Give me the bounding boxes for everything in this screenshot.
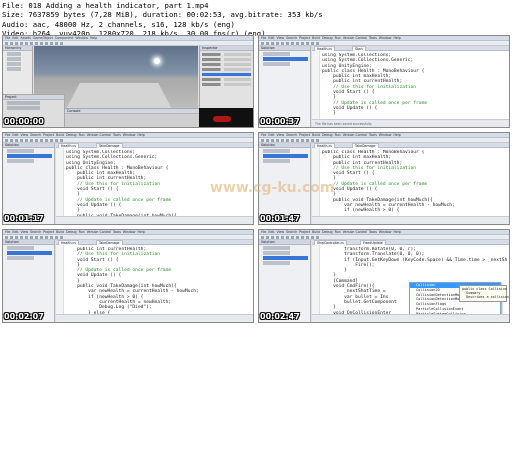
editor-tabs: Health.cs TakeDamage [56,143,253,148]
code-editor: Health.cs TakeDamage public int currentH… [56,240,253,314]
toolbar-buttons [261,42,321,45]
solution-row-selected [7,154,52,158]
timestamp: 00:01:47 [260,214,300,223]
audio-info-line: Audio: aac, 48000 Hz, 2 channels, s16, 1… [2,19,235,29]
status-bar [312,314,509,322]
status-bar [56,216,253,224]
code-line: } [322,111,336,117]
thumbnail-unity-editor: File Edit Assets GameObject Component Wi… [2,35,254,128]
hierarchy-title: Hierarchy [5,46,22,50]
timestamp: 00:00:37 [260,117,300,126]
solution-title: Solution [5,143,19,147]
solution-row [7,149,52,153]
tab-member: Start [352,46,366,51]
code-area: using System.Collections; using System.Co… [322,53,507,119]
toolbar-buttons [261,236,321,239]
line-gutter [56,148,64,216]
sun-icon [154,58,160,64]
inspector-row-selected [202,73,251,76]
code-line: if (newHealth > 0) { [322,208,400,214]
code-editor: Health.cs Start using System.Collections… [312,46,509,119]
code-area: public int currentHealth; // Use this fo… [66,247,251,314]
tab-member: TakeDamage [96,143,123,148]
status-bar [56,314,253,322]
tab-member: TakeDamage [352,143,379,148]
toolbar-buttons [5,236,65,239]
code-editor: Health.cs TakeDamage public class Health… [312,143,509,216]
hierarchy-panel: Hierarchy [3,46,33,94]
editor-tabs: ShipController.cs FixedUpdate [312,240,509,245]
solution-title: Solution [261,46,275,50]
hierarchy-row [7,62,30,66]
editor-tabs: Health.cs Start [312,46,509,51]
inspector-row [202,78,251,81]
game-view [199,108,253,127]
thumbnail-code-editor: File Edit View Search Project Build Debu… [258,132,510,225]
scene-floor-plane [66,82,172,108]
toolbar-buttons [5,139,65,142]
line-gutter [312,51,320,119]
timestamp: 00:02:07 [4,312,44,321]
hierarchy-row [7,67,30,71]
code-area: public class Health : MonoBehaviour { pu… [322,150,507,216]
inspector-row [202,68,251,71]
solution-row [263,149,308,153]
solution-panel: Solution [259,46,311,127]
timestamp: 00:00:00 [4,117,44,126]
watermark: www.cg-ku.com [210,180,335,196]
project-row [7,106,62,110]
solution-row [7,256,52,260]
inspector-row [202,53,251,56]
solution-row-selected [263,57,308,61]
thumbnail-code-editor-autocomplete: File Edit View Search Project Build Debu… [258,229,510,323]
solution-row [263,251,308,255]
solution-title: Solution [261,240,275,244]
tab-member: FixedUpdate [360,240,386,245]
status-bar [312,216,509,224]
solution-row [263,261,308,265]
editor-tabs: Health.cs TakeDamage [56,240,253,245]
inspector-title: Inspector [202,46,218,50]
game-object-car [213,116,231,122]
solution-row [7,159,52,163]
solution-row [263,52,308,56]
inspector-row [202,83,251,86]
timestamp: 00:01:17 [4,214,44,223]
inspector-panel: Inspector [199,46,253,108]
inspector-row [202,58,251,61]
solution-row [263,62,308,66]
status-bar: The file has been saved successfully. [312,119,509,127]
file-name-line: File: 018 Adding a health indicator, par… [2,1,209,10]
hierarchy-row [7,57,30,61]
solution-row-selected [263,256,308,260]
solution-panel: Solution [3,143,55,224]
editor-tabs: Health.cs TakeDamage [312,143,509,148]
solution-panel: Solution [3,240,55,322]
status-text: The file has been saved successfully. [315,122,373,126]
thumbnail-code-editor: File Edit View Search Project Build Debu… [2,132,254,225]
timestamp: 00:02:47 [260,312,300,321]
toolbar-buttons [5,42,65,45]
autocomplete-tooltip: public class Collision Summary Describes… [459,285,509,302]
thumbnail-code-editor: File Edit View Search Project Build Debu… [2,229,254,323]
toolbar-buttons [261,139,321,142]
project-row [7,101,62,105]
solution-row [7,246,52,250]
line-gutter [312,245,320,314]
thumbnail-code-editor: File Edit View Search Project Build Debu… [258,35,510,128]
solution-row [263,246,308,250]
solution-title: Solution [5,240,19,244]
inspector-row [202,63,251,66]
hierarchy-row [7,52,30,56]
solution-title: Solution [261,143,275,147]
file-size-line: Size: 7637859 bytes (7,28 MiB), duration… [2,10,323,20]
solution-panel: Solution [259,240,311,322]
project-title: Project [5,95,17,99]
tab-member: TakeDamage [96,240,123,245]
solution-row [263,159,308,163]
solution-row-selected [7,251,52,255]
line-gutter [56,245,64,314]
solution-row-selected [263,154,308,158]
